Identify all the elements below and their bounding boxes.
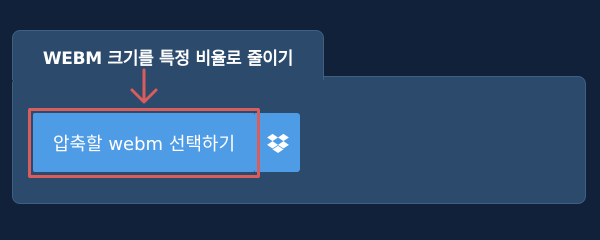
dropbox-button[interactable] xyxy=(255,113,300,172)
tab-title: WEBM 크기를 특정 비율로 줄이기 xyxy=(42,49,294,69)
dropbox-icon xyxy=(266,133,289,153)
down-arrow-icon xyxy=(130,68,158,104)
tab-panel-join xyxy=(13,74,323,80)
highlight-box xyxy=(28,108,260,178)
tool-tab: WEBM 크기를 특정 비율로 줄이기 xyxy=(12,30,324,80)
